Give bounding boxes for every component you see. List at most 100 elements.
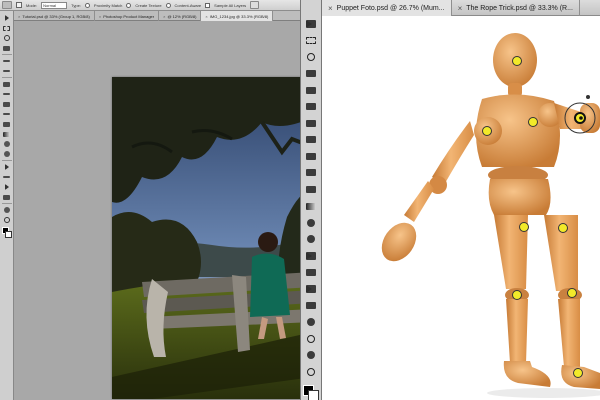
spot-healing-tool-preset[interactable]: [2, 1, 12, 9]
gradient-icon[interactable]: [304, 200, 318, 212]
color-swatches[interactable]: [0, 226, 14, 240]
puppet-pin-left-knee[interactable]: [512, 290, 522, 300]
move-icon[interactable]: [304, 18, 318, 30]
quick-select-icon[interactable]: [2, 44, 12, 52]
eraser-icon[interactable]: [2, 120, 12, 128]
lasso-icon[interactable]: [2, 34, 12, 42]
crop-icon[interactable]: [304, 84, 318, 96]
puppet-pin-right-foot[interactable]: [573, 368, 583, 378]
hand-icon[interactable]: [2, 206, 12, 214]
puppet-pin-left-hip[interactable]: [519, 222, 529, 232]
eraser-icon[interactable]: [304, 184, 318, 196]
eyedropper-icon[interactable]: [304, 101, 318, 113]
type-icon[interactable]: [304, 267, 318, 279]
left-canvas-area[interactable]: [14, 22, 322, 400]
close-icon[interactable]: ×: [163, 14, 165, 19]
right-toolbox: [300, 0, 322, 400]
eyedropper-icon[interactable]: [2, 67, 12, 75]
history-brush-icon[interactable]: [304, 167, 318, 179]
zoom-icon[interactable]: [2, 216, 12, 224]
tab-label: @ 12% (RGB/8): [167, 13, 197, 19]
blur-icon[interactable]: [304, 217, 318, 229]
left-document-tabs: × Tutorial.psd @ 33% (Group 1, RGB/8) × …: [14, 11, 322, 21]
tab-product-manager[interactable]: × Photoshop Product Manager: [95, 11, 160, 21]
pen-icon[interactable]: [2, 163, 12, 171]
dodge-icon[interactable]: [304, 234, 318, 246]
spot-healing-icon[interactable]: [2, 80, 12, 88]
close-icon[interactable]: ×: [18, 14, 20, 19]
history-brush-icon[interactable]: [2, 110, 12, 118]
brush-size-picker[interactable]: [16, 2, 22, 8]
pressure-button[interactable]: [250, 1, 260, 9]
puppet-pin-left-shoulder[interactable]: [482, 126, 492, 136]
tab-tutorial[interactable]: × Tutorial.psd @ 33% (Group 1, RGB/8): [14, 11, 95, 21]
puppet-canvas[interactable]: [322, 17, 600, 400]
crop-icon[interactable]: [2, 57, 12, 65]
bench-photo: [112, 77, 313, 399]
puppet-pin-right-knee[interactable]: [567, 288, 577, 298]
left-photoshop-window: Mode: Normal Type: Proximity Match Creat…: [0, 0, 322, 400]
tab-puppet-foto[interactable]: × Puppet Foto.psd @ 26.7% (Mum...: [322, 0, 452, 16]
type-radio-texture[interactable]: [126, 2, 132, 8]
toolbox-divider: [1, 54, 12, 55]
background-color-swatch[interactable]: [308, 389, 319, 400]
toolbox-divider: [1, 77, 12, 78]
tab-label: IMG_1234.jpg @ 33.3% (RGB/8): [209, 13, 269, 19]
dodge-icon[interactable]: [2, 150, 12, 158]
3d-orbit-icon[interactable]: [304, 333, 318, 345]
type-label: Type:: [71, 2, 81, 8]
type-radio-content-aware[interactable]: [165, 2, 171, 8]
close-icon[interactable]: ×: [328, 4, 333, 13]
puppet-pin-right-hip[interactable]: [558, 223, 568, 233]
puppet-pin-chest[interactable]: [528, 117, 538, 127]
tab-rope-trick[interactable]: × The Rope Trick.psd @ 33.3% (R...: [452, 0, 580, 16]
left-toolbox: [0, 11, 14, 400]
zoom-icon[interactable]: [304, 366, 318, 378]
close-icon[interactable]: ×: [205, 14, 207, 19]
lasso-icon[interactable]: [304, 51, 318, 63]
close-icon[interactable]: ×: [99, 14, 101, 19]
toolbox-divider: [1, 160, 12, 161]
hand-icon[interactable]: [304, 350, 318, 362]
shape-icon[interactable]: [304, 300, 318, 312]
marquee-icon[interactable]: [2, 24, 12, 32]
path-select-icon[interactable]: [304, 283, 318, 295]
shape-icon[interactable]: [2, 193, 12, 201]
type-option-texture: Create Texture: [135, 2, 162, 8]
tab-label: Puppet Foto.psd @ 26.7% (Mum...: [336, 4, 445, 12]
pen-icon[interactable]: [304, 250, 318, 262]
tab-label: Photoshop Product Manager: [103, 13, 155, 19]
type-radio-proximity[interactable]: [84, 2, 90, 8]
right-photoshop-window: × Puppet Foto.psd @ 26.7% (Mum... × The …: [322, 0, 600, 400]
marquee-icon[interactable]: [304, 35, 318, 47]
spot-healing-icon[interactable]: [304, 117, 318, 129]
sample-all-layers-checkbox[interactable]: [205, 2, 211, 8]
move-icon[interactable]: [2, 14, 12, 22]
wooden-mannequin: [381, 33, 600, 398]
brush-icon[interactable]: [304, 134, 318, 146]
path-select-icon[interactable]: [2, 183, 12, 191]
close-icon[interactable]: ×: [458, 4, 463, 13]
selected-pin-center: [579, 116, 583, 120]
toolbox-divider: [1, 203, 12, 204]
rotation-handle[interactable]: [586, 95, 590, 99]
color-swatches[interactable]: [303, 384, 319, 400]
blur-icon[interactable]: [2, 140, 12, 148]
type-icon[interactable]: [2, 173, 12, 181]
gradient-icon[interactable]: [2, 130, 12, 138]
brush-icon[interactable]: [2, 90, 12, 98]
quick-select-icon[interactable]: [304, 68, 318, 80]
mode-label: Mode:: [26, 2, 38, 8]
type-option-content-aware: Content-Aware: [174, 2, 202, 8]
3d-rotate-icon[interactable]: [304, 316, 318, 328]
puppet-pin-head[interactable]: [512, 56, 522, 66]
type-option-proximity: Proximity Match: [93, 2, 123, 8]
tab-active-photo[interactable]: × IMG_1234.jpg @ 33.3% (RGB/8): [201, 11, 274, 21]
tab-third-document[interactable]: × @ 12% (RGB/8): [159, 11, 202, 21]
tab-label: The Rope Trick.psd @ 33.3% (R...: [466, 4, 573, 12]
clone-stamp-icon[interactable]: [304, 151, 318, 163]
mode-select[interactable]: Normal: [41, 1, 68, 9]
clone-stamp-icon[interactable]: [2, 100, 12, 108]
right-document-tabs: × Puppet Foto.psd @ 26.7% (Mum... × The …: [322, 0, 600, 16]
background-color-swatch[interactable]: [4, 231, 12, 238]
